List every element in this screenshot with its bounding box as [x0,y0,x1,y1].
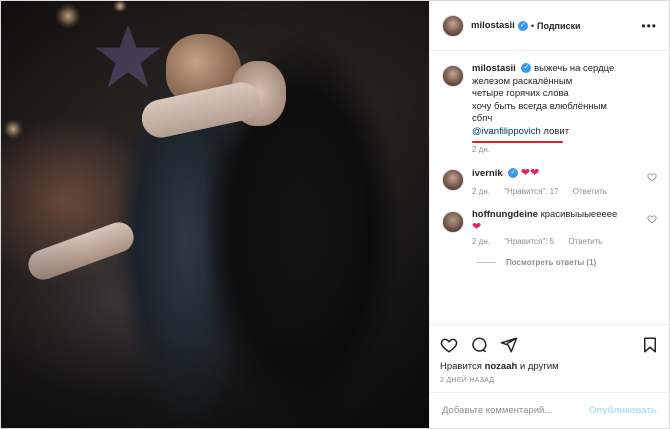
comment-meta: 2 дн. "Нравится": 17 Ответить [472,186,643,199]
view-replies-label: Посмотреть ответы (1) [506,258,597,267]
post-actions: Нравится nozaah и другим 2 ДНЕЙ НАЗАД [430,324,669,384]
thread-line [476,262,496,263]
caption-text: milostasii ✓ выжечь на сердце железом ра… [472,63,657,157]
caption-username[interactable]: milostasii [472,63,516,74]
following-button[interactable]: Подписки [537,21,581,31]
heart-emoji-icon: ❤ [472,221,482,233]
caption: milostasii ✓ выжечь на сердце железом ра… [442,63,657,157]
post-sidebar: milostasii ✓ • Подписки ••• milostasii ✓… [429,1,669,428]
author-username[interactable]: milostasii [471,20,515,31]
author-avatar[interactable] [442,14,464,37]
instagram-post-modal: milostasii ✓ • Подписки ••• milostasii ✓… [0,0,670,429]
caption-meta: 2 дн. [472,144,643,157]
comment-likes[interactable]: "Нравится": 17 [504,187,558,196]
comment-input[interactable] [442,405,590,416]
heart-icon[interactable] [440,336,458,354]
reply-button[interactable]: Ответить [568,237,602,246]
comment-avatar[interactable] [442,168,464,191]
like-comment-icon[interactable] [647,172,657,182]
comment-meta: 2 дн. "Нравится": 5 Ответить [472,236,643,249]
bookmark-icon[interactable] [641,336,659,354]
likes-suffix[interactable]: и другим [517,361,559,372]
likes-prefix: Нравится [440,361,485,372]
view-replies-button[interactable]: Посмотреть ответы (1) [476,258,657,267]
verified-badge-icon: ✓ [521,63,532,74]
comment-avatar[interactable] [442,210,464,233]
likes-user[interactable]: nozaah [485,361,518,372]
like-comment-icon[interactable] [647,214,657,224]
comment-row: ivernik ✓ ❤❤ 2 дн. "Нравится": 17 Ответи… [442,167,657,199]
mention-link[interactable]: @ivanfilippovich [472,126,563,143]
caption-avatar[interactable] [442,65,464,87]
verified-badge-icon: ✓ [508,167,519,178]
caption-line: хочу быть всегда влюблённым [472,100,607,112]
caption-time[interactable]: 2 дн. [472,145,490,154]
post-date[interactable]: 2 ДНЕЙ НАЗАД [440,377,659,384]
comment-text: ivernik ✓ ❤❤ 2 дн. "Нравится": 17 Ответи… [472,167,657,199]
comment-username[interactable]: ivernik [472,168,503,179]
post-header: milostasii ✓ • Подписки ••• [430,1,669,51]
caption-line: сбпч [472,113,493,124]
action-icons [440,333,659,357]
post-photo[interactable] [1,1,429,428]
verified-badge-icon: ✓ [517,20,528,31]
post-comment-button[interactable]: Опубликовать [589,405,657,416]
comment-likes[interactable]: "Нравится": 5 [504,237,554,246]
comment-body: красивыыыеееее [540,208,618,220]
caption-mention-line: @ivanfilippovich ловит [472,125,643,143]
more-options-icon[interactable]: ••• [641,19,657,33]
comment-row: hoffnungdeine красивыыыеееее ❤ 2 дн. "Нр… [442,209,657,249]
comment-icon[interactable] [470,336,488,354]
comment-composer: Опубликовать [430,392,669,428]
reply-button[interactable]: Ответить [573,187,607,196]
caption-mention-suffix: ловит [540,125,570,137]
share-icon[interactable] [500,336,518,354]
comment-time[interactable]: 2 дн. [472,237,490,246]
comment-text: hoffnungdeine красивыыыеееее ❤ 2 дн. "Нр… [472,209,657,249]
comment-body: ❤❤ [520,166,540,179]
caption-line: железом раскалённым [472,75,573,87]
comment-username[interactable]: hoffnungdeine [472,209,538,220]
comment-time[interactable]: 2 дн. [472,187,490,196]
caption-line: четыре горячих слова [472,88,569,99]
red-underline-annotation [472,140,563,143]
likes-summary: Нравится nozaah и другим [440,361,659,372]
separator-dot: • [530,20,534,31]
comments-section[interactable]: milostasii ✓ выжечь на сердце железом ра… [430,51,669,324]
caption-line: выжечь на сердце [534,63,615,74]
photo-vignette [1,1,429,428]
